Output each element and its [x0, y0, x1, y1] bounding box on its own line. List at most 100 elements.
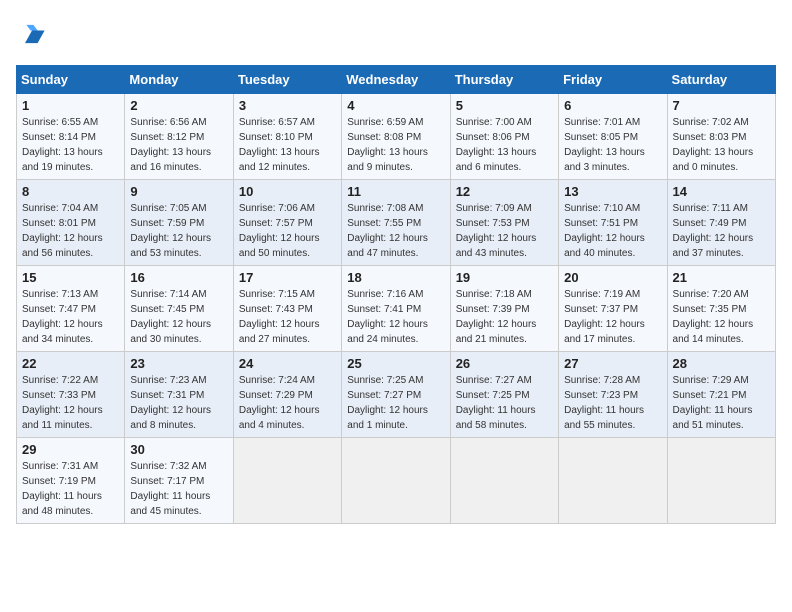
day-info: Sunrise: 7:14 AM Sunset: 7:45 PM Dayligh… — [130, 287, 227, 347]
calendar-day-cell: 3 Sunrise: 6:57 AM Sunset: 8:10 PM Dayli… — [233, 94, 341, 180]
day-info: Sunrise: 6:59 AM Sunset: 8:08 PM Dayligh… — [347, 115, 444, 175]
day-header-saturday: Saturday — [667, 66, 775, 94]
calendar-day-cell: 28 Sunrise: 7:29 AM Sunset: 7:21 PM Dayl… — [667, 352, 775, 438]
day-number: 7 — [673, 98, 770, 113]
day-info: Sunrise: 7:24 AM Sunset: 7:29 PM Dayligh… — [239, 373, 336, 433]
calendar-day-cell — [667, 438, 775, 524]
calendar-day-cell: 23 Sunrise: 7:23 AM Sunset: 7:31 PM Dayl… — [125, 352, 233, 438]
day-info: Sunrise: 7:10 AM Sunset: 7:51 PM Dayligh… — [564, 201, 661, 261]
day-number: 28 — [673, 356, 770, 371]
day-number: 19 — [456, 270, 553, 285]
day-info: Sunrise: 7:06 AM Sunset: 7:57 PM Dayligh… — [239, 201, 336, 261]
day-info: Sunrise: 7:01 AM Sunset: 8:05 PM Dayligh… — [564, 115, 661, 175]
day-info: Sunrise: 7:04 AM Sunset: 8:01 PM Dayligh… — [22, 201, 119, 261]
day-info: Sunrise: 7:23 AM Sunset: 7:31 PM Dayligh… — [130, 373, 227, 433]
day-number: 12 — [456, 184, 553, 199]
day-info: Sunrise: 7:13 AM Sunset: 7:47 PM Dayligh… — [22, 287, 119, 347]
day-info: Sunrise: 7:29 AM Sunset: 7:21 PM Dayligh… — [673, 373, 770, 433]
calendar-day-cell: 9 Sunrise: 7:05 AM Sunset: 7:59 PM Dayli… — [125, 180, 233, 266]
day-number: 9 — [130, 184, 227, 199]
day-info: Sunrise: 7:25 AM Sunset: 7:27 PM Dayligh… — [347, 373, 444, 433]
calendar-day-cell: 27 Sunrise: 7:28 AM Sunset: 7:23 PM Dayl… — [559, 352, 667, 438]
logo — [16, 20, 46, 53]
calendar-day-cell: 20 Sunrise: 7:19 AM Sunset: 7:37 PM Dayl… — [559, 266, 667, 352]
calendar-day-cell: 16 Sunrise: 7:14 AM Sunset: 7:45 PM Dayl… — [125, 266, 233, 352]
calendar-day-cell: 5 Sunrise: 7:00 AM Sunset: 8:06 PM Dayli… — [450, 94, 558, 180]
day-number: 20 — [564, 270, 661, 285]
day-number: 1 — [22, 98, 119, 113]
calendar-day-cell: 26 Sunrise: 7:27 AM Sunset: 7:25 PM Dayl… — [450, 352, 558, 438]
calendar-header-row: SundayMondayTuesdayWednesdayThursdayFrid… — [17, 66, 776, 94]
day-number: 27 — [564, 356, 661, 371]
calendar-day-cell: 14 Sunrise: 7:11 AM Sunset: 7:49 PM Dayl… — [667, 180, 775, 266]
day-info: Sunrise: 7:32 AM Sunset: 7:17 PM Dayligh… — [130, 459, 227, 519]
day-number: 8 — [22, 184, 119, 199]
day-info: Sunrise: 7:19 AM Sunset: 7:37 PM Dayligh… — [564, 287, 661, 347]
calendar-day-cell — [559, 438, 667, 524]
day-header-friday: Friday — [559, 66, 667, 94]
calendar-week-row: 22 Sunrise: 7:22 AM Sunset: 7:33 PM Dayl… — [17, 352, 776, 438]
day-info: Sunrise: 7:11 AM Sunset: 7:49 PM Dayligh… — [673, 201, 770, 261]
day-number: 22 — [22, 356, 119, 371]
calendar-day-cell: 12 Sunrise: 7:09 AM Sunset: 7:53 PM Dayl… — [450, 180, 558, 266]
day-number: 24 — [239, 356, 336, 371]
calendar-day-cell — [450, 438, 558, 524]
day-header-monday: Monday — [125, 66, 233, 94]
calendar-day-cell: 29 Sunrise: 7:31 AM Sunset: 7:19 PM Dayl… — [17, 438, 125, 524]
calendar-day-cell: 10 Sunrise: 7:06 AM Sunset: 7:57 PM Dayl… — [233, 180, 341, 266]
day-number: 21 — [673, 270, 770, 285]
day-info: Sunrise: 7:15 AM Sunset: 7:43 PM Dayligh… — [239, 287, 336, 347]
day-number: 17 — [239, 270, 336, 285]
calendar-table: SundayMondayTuesdayWednesdayThursdayFrid… — [16, 65, 776, 524]
day-number: 11 — [347, 184, 444, 199]
day-header-tuesday: Tuesday — [233, 66, 341, 94]
day-header-thursday: Thursday — [450, 66, 558, 94]
day-info: Sunrise: 7:16 AM Sunset: 7:41 PM Dayligh… — [347, 287, 444, 347]
day-number: 29 — [22, 442, 119, 457]
day-info: Sunrise: 6:57 AM Sunset: 8:10 PM Dayligh… — [239, 115, 336, 175]
calendar-day-cell: 15 Sunrise: 7:13 AM Sunset: 7:47 PM Dayl… — [17, 266, 125, 352]
header — [16, 16, 776, 53]
day-info: Sunrise: 7:28 AM Sunset: 7:23 PM Dayligh… — [564, 373, 661, 433]
day-info: Sunrise: 7:05 AM Sunset: 7:59 PM Dayligh… — [130, 201, 227, 261]
calendar-week-row: 29 Sunrise: 7:31 AM Sunset: 7:19 PM Dayl… — [17, 438, 776, 524]
day-number: 6 — [564, 98, 661, 113]
calendar-day-cell: 19 Sunrise: 7:18 AM Sunset: 7:39 PM Dayl… — [450, 266, 558, 352]
day-info: Sunrise: 7:31 AM Sunset: 7:19 PM Dayligh… — [22, 459, 119, 519]
calendar-week-row: 1 Sunrise: 6:55 AM Sunset: 8:14 PM Dayli… — [17, 94, 776, 180]
calendar-day-cell: 7 Sunrise: 7:02 AM Sunset: 8:03 PM Dayli… — [667, 94, 775, 180]
calendar-day-cell: 21 Sunrise: 7:20 AM Sunset: 7:35 PM Dayl… — [667, 266, 775, 352]
day-info: Sunrise: 7:08 AM Sunset: 7:55 PM Dayligh… — [347, 201, 444, 261]
day-info: Sunrise: 7:22 AM Sunset: 7:33 PM Dayligh… — [22, 373, 119, 433]
day-number: 16 — [130, 270, 227, 285]
day-info: Sunrise: 7:00 AM Sunset: 8:06 PM Dayligh… — [456, 115, 553, 175]
day-info: Sunrise: 7:09 AM Sunset: 7:53 PM Dayligh… — [456, 201, 553, 261]
day-info: Sunrise: 6:55 AM Sunset: 8:14 PM Dayligh… — [22, 115, 119, 175]
day-number: 4 — [347, 98, 444, 113]
calendar-day-cell: 24 Sunrise: 7:24 AM Sunset: 7:29 PM Dayl… — [233, 352, 341, 438]
logo-icon — [18, 20, 46, 48]
calendar-day-cell: 25 Sunrise: 7:25 AM Sunset: 7:27 PM Dayl… — [342, 352, 450, 438]
day-info: Sunrise: 7:27 AM Sunset: 7:25 PM Dayligh… — [456, 373, 553, 433]
day-info: Sunrise: 7:02 AM Sunset: 8:03 PM Dayligh… — [673, 115, 770, 175]
calendar-day-cell: 4 Sunrise: 6:59 AM Sunset: 8:08 PM Dayli… — [342, 94, 450, 180]
calendar-day-cell: 17 Sunrise: 7:15 AM Sunset: 7:43 PM Dayl… — [233, 266, 341, 352]
day-number: 10 — [239, 184, 336, 199]
day-number: 18 — [347, 270, 444, 285]
calendar-day-cell — [342, 438, 450, 524]
day-number: 23 — [130, 356, 227, 371]
calendar-day-cell — [233, 438, 341, 524]
calendar-day-cell: 30 Sunrise: 7:32 AM Sunset: 7:17 PM Dayl… — [125, 438, 233, 524]
calendar-day-cell: 18 Sunrise: 7:16 AM Sunset: 7:41 PM Dayl… — [342, 266, 450, 352]
calendar-day-cell: 8 Sunrise: 7:04 AM Sunset: 8:01 PM Dayli… — [17, 180, 125, 266]
day-info: Sunrise: 7:18 AM Sunset: 7:39 PM Dayligh… — [456, 287, 553, 347]
day-info: Sunrise: 6:56 AM Sunset: 8:12 PM Dayligh… — [130, 115, 227, 175]
calendar-day-cell: 1 Sunrise: 6:55 AM Sunset: 8:14 PM Dayli… — [17, 94, 125, 180]
calendar-day-cell: 6 Sunrise: 7:01 AM Sunset: 8:05 PM Dayli… — [559, 94, 667, 180]
day-number: 14 — [673, 184, 770, 199]
day-number: 3 — [239, 98, 336, 113]
calendar-day-cell: 11 Sunrise: 7:08 AM Sunset: 7:55 PM Dayl… — [342, 180, 450, 266]
day-number: 25 — [347, 356, 444, 371]
day-number: 5 — [456, 98, 553, 113]
day-number: 26 — [456, 356, 553, 371]
